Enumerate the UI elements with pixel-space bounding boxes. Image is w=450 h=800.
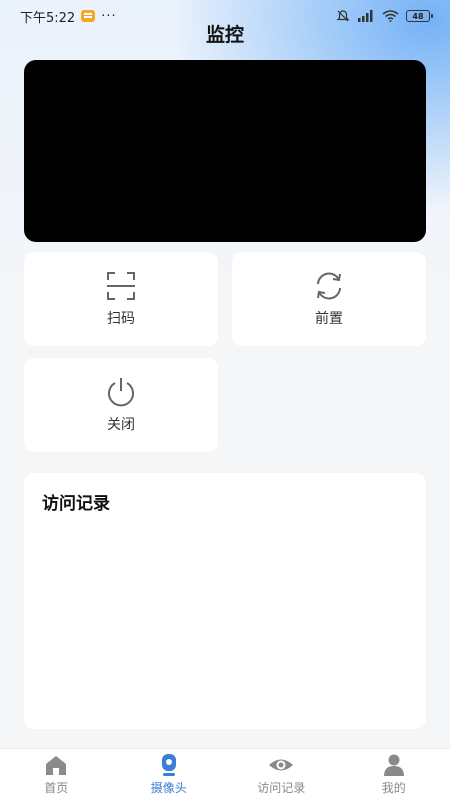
tab-mine-label: 我的 <box>381 781 406 795</box>
front-label: 前置 <box>315 311 343 327</box>
tab-mine[interactable]: 我的 <box>338 749 450 800</box>
scan-icon <box>107 272 135 300</box>
close-label: 关闭 <box>107 417 135 433</box>
visit-records-title: 访问记录 <box>42 494 110 514</box>
tab-visit-records[interactable]: 访问记录 <box>225 749 338 800</box>
tab-camera[interactable]: 摄像头 <box>113 749 226 800</box>
visit-records-panel: 访问记录 <box>24 473 426 729</box>
home-icon <box>46 756 67 775</box>
user-icon <box>383 754 404 776</box>
close-button[interactable]: 关闭 <box>24 358 218 452</box>
tab-home[interactable]: 首页 <box>0 749 113 800</box>
front-camera-button[interactable]: 前置 <box>232 252 426 346</box>
scan-label: 扫码 <box>107 311 135 327</box>
tab-visit-records-label: 访问记录 <box>257 781 306 795</box>
camera-icon <box>161 754 176 776</box>
page-title: 监控 <box>205 24 244 46</box>
camera-preview <box>24 60 426 242</box>
scan-button[interactable]: 扫码 <box>24 252 218 346</box>
tab-camera-label: 摄像头 <box>150 781 187 795</box>
power-icon <box>108 378 134 407</box>
bottom-tabbar: 首页 摄像头 访问记录 我的 <box>0 748 450 800</box>
eye-icon <box>269 759 294 771</box>
tab-home-label: 首页 <box>44 781 69 795</box>
switch-camera-icon <box>317 272 341 300</box>
